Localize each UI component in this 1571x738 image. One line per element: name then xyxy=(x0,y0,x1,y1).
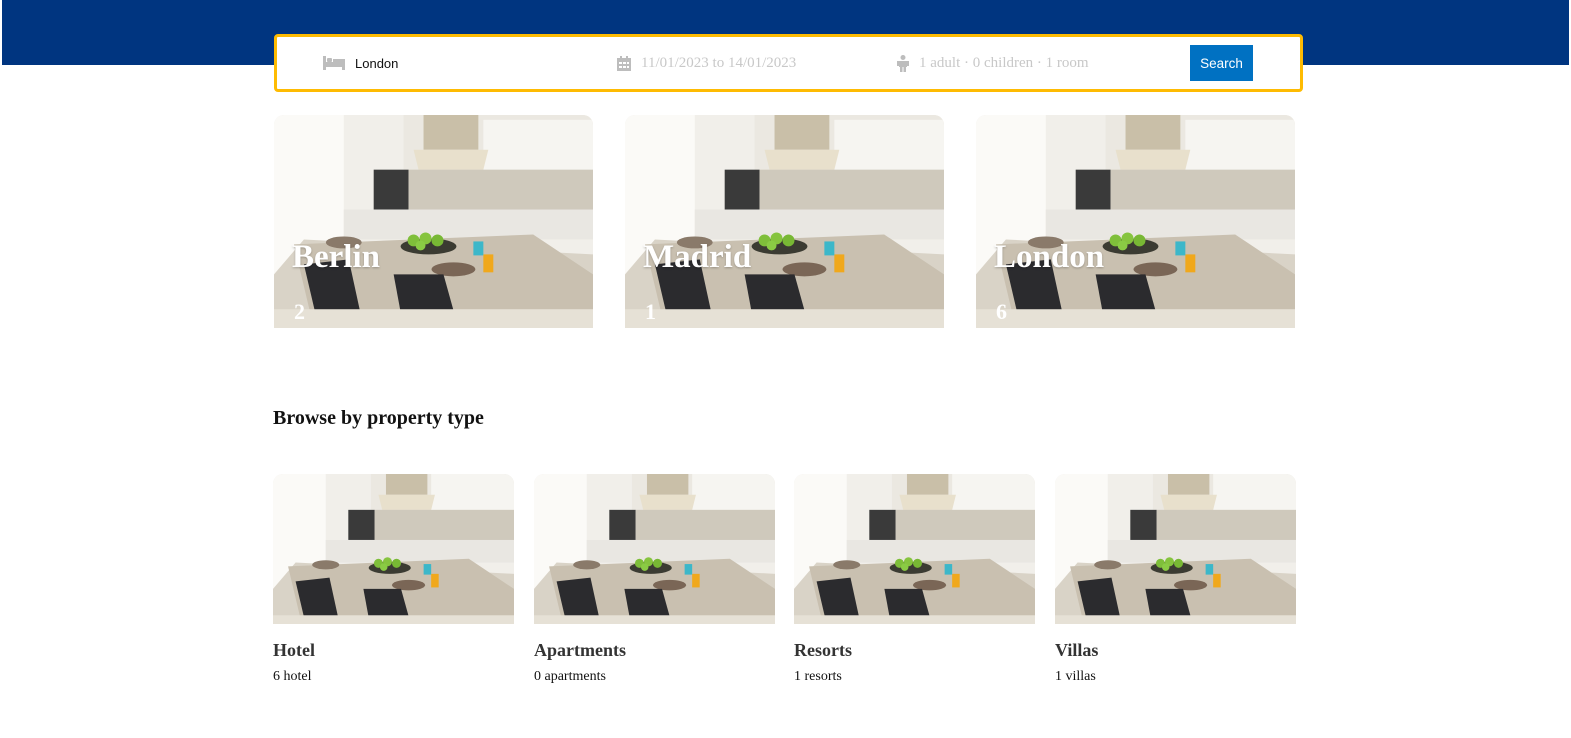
property-type-name: Hotel xyxy=(273,640,315,660)
destination-field[interactable]: London xyxy=(323,37,398,89)
property-type-photo xyxy=(1055,474,1296,624)
property-type-name: Resorts xyxy=(794,640,852,660)
city-name: Berlin xyxy=(292,239,380,275)
guests-value[interactable]: 1 adult · 0 children · 1 room xyxy=(919,55,1089,72)
city-name: Madrid xyxy=(643,239,752,275)
bed-icon xyxy=(323,56,345,70)
property-type-photo xyxy=(534,474,775,624)
destination-value[interactable]: London xyxy=(355,56,398,71)
property-type-card-resorts[interactable]: Resorts 1 resorts xyxy=(794,474,1035,685)
city-name: London xyxy=(994,239,1105,275)
property-type-count: 6 hotel xyxy=(273,669,312,684)
city-card-madrid[interactable]: Madrid 1 xyxy=(625,115,944,328)
guests-field[interactable]: 1 adult · 0 children · 1 room xyxy=(897,37,1089,89)
property-type-count: 0 apartments xyxy=(534,669,606,684)
city-photo xyxy=(274,115,593,328)
city-card-berlin[interactable]: Berlin 2 xyxy=(274,115,593,328)
search-button[interactable]: Search xyxy=(1190,45,1253,81)
city-property-count: 6 xyxy=(996,299,1007,324)
property-type-card-apartments[interactable]: Apartments 0 apartments xyxy=(534,474,775,685)
property-type-card-villas[interactable]: Villas 1 villas xyxy=(1055,474,1296,685)
date-range-field[interactable]: 11/01/2023 to 14/01/2023 xyxy=(617,37,796,89)
city-card-london[interactable]: London 6 xyxy=(976,115,1295,328)
property-type-card-hotel[interactable]: Hotel 6 hotel xyxy=(273,474,514,685)
property-type-name: Apartments xyxy=(534,640,626,660)
person-icon xyxy=(897,54,909,72)
property-type-count: 1 resorts xyxy=(794,669,842,684)
property-type-photo xyxy=(273,474,514,624)
date-range-value[interactable]: 11/01/2023 to 14/01/2023 xyxy=(641,55,796,72)
search-bar: London 11/01/2023 to 14/01/2023 1 adult … xyxy=(274,34,1303,92)
city-photo xyxy=(625,115,944,328)
property-type-name: Villas xyxy=(1055,640,1099,660)
city-photo xyxy=(976,115,1295,328)
property-type-photo xyxy=(794,474,1035,624)
city-property-count: 2 xyxy=(294,299,305,324)
city-property-count: 1 xyxy=(645,299,656,324)
property-type-count: 1 villas xyxy=(1055,669,1096,684)
browse-section-title: Browse by property type xyxy=(273,407,484,429)
calendar-icon xyxy=(617,55,631,71)
